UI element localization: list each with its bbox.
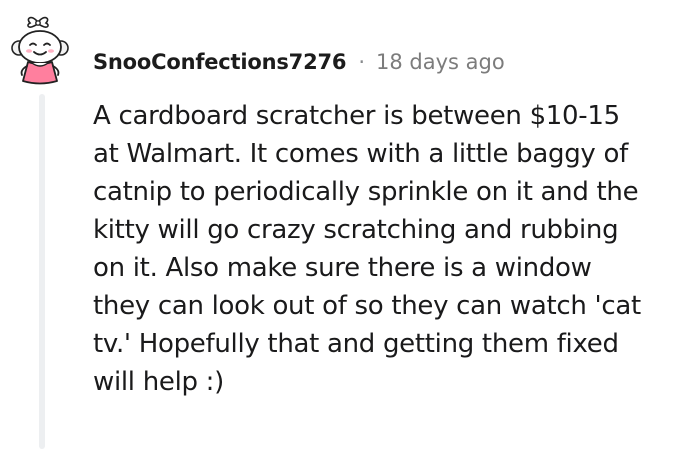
comment-body-line: they can look out of so they can watch '… — [93, 291, 641, 321]
comment-body-line: on it. Also make sure there is a window — [93, 253, 592, 283]
comment-body-line: tv.' Hopefully that and getting them fix… — [93, 329, 619, 359]
thread-line[interactable] — [39, 94, 45, 449]
comment-body-line: catnip to periodically sprinkle on it an… — [93, 177, 639, 207]
comment-meta: SnooConfections7276 · 18 days ago — [93, 44, 505, 80]
comment-timestamp[interactable]: 18 days ago — [376, 50, 505, 74]
comment-body-line: at Walmart. It comes with a little baggy… — [93, 139, 628, 169]
meta-separator: · — [358, 50, 365, 74]
username-link[interactable]: SnooConfections7276 — [93, 50, 347, 74]
comment-body: A cardboard scratcher is between $10-15 … — [93, 97, 693, 401]
comment-body-line: kitty will go crazy scratching and rubbi… — [93, 215, 619, 245]
snoo-avatar-icon[interactable] — [10, 14, 74, 86]
comment: SnooConfections7276 · 18 days ago A card… — [0, 0, 700, 449]
comment-body-line: will help :) — [93, 367, 224, 397]
comment-body-line: A cardboard scratcher is between $10-15 — [93, 101, 620, 131]
